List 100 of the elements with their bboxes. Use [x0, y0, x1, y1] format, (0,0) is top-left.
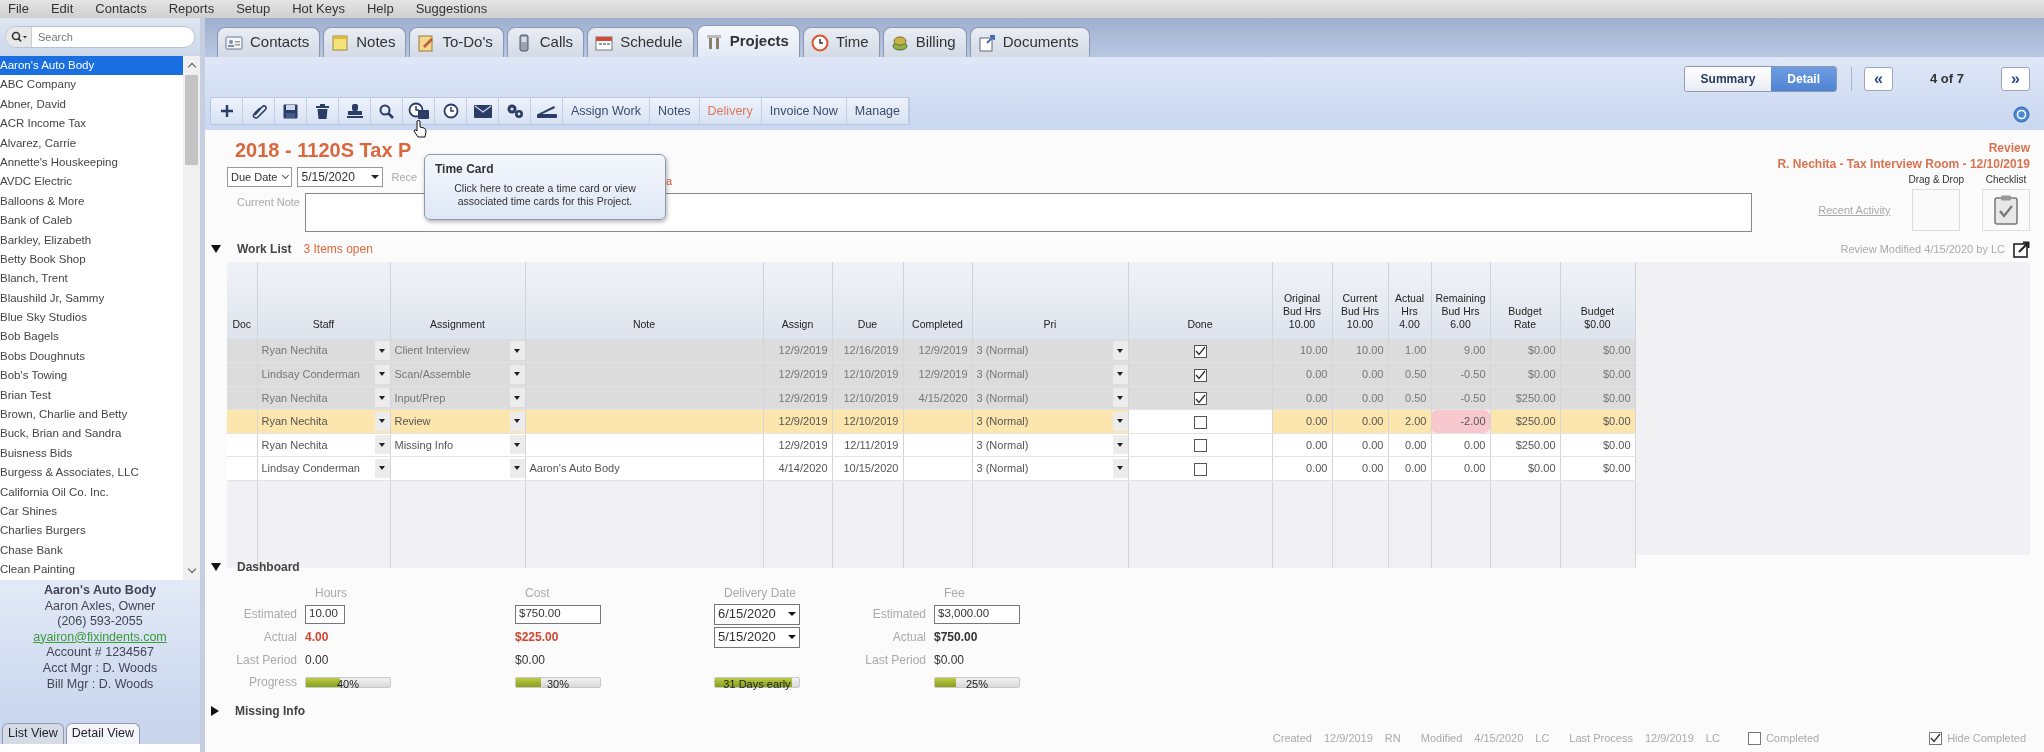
- tab[interactable]: Contacts: [217, 27, 321, 57]
- contact-item[interactable]: Brown, Charlie and Betty: [0, 405, 183, 425]
- checkbox[interactable]: [1929, 731, 1943, 745]
- next-button[interactable]: »: [2001, 67, 2030, 91]
- view-tab[interactable]: Detail View: [65, 723, 141, 744]
- checkbox[interactable]: [1747, 731, 1761, 745]
- dropdown-button[interactable]: [509, 458, 524, 478]
- contact-item[interactable]: Barkley, Elizabeth: [0, 230, 183, 250]
- tab[interactable]: To-Do's: [409, 27, 504, 57]
- contact-item[interactable]: Chase Bank: [0, 540, 183, 561]
- date-select[interactable]: 5/15/2020: [714, 626, 800, 648]
- contact-item[interactable]: Car Shines: [0, 502, 183, 522]
- column-heading: Fee: [943, 585, 966, 602]
- contact-item[interactable]: Betty Book Shop: [0, 249, 183, 270]
- collapse-icon[interactable]: [211, 245, 221, 253]
- checkbox[interactable]: [1193, 462, 1207, 476]
- toolbar-button[interactable]: Invoice Now: [761, 98, 847, 124]
- contact-item[interactable]: Aaron's Auto Body: [0, 56, 183, 76]
- previous-button[interactable]: «: [1864, 67, 1893, 91]
- checklist-button[interactable]: [1982, 189, 2030, 231]
- contact-item[interactable]: Bob's Towing: [0, 366, 183, 386]
- menu-item[interactable]: Reports: [168, 0, 215, 18]
- column-header: Current Bud Hrs 10.00: [1332, 262, 1388, 339]
- dropdown-button[interactable]: [1112, 458, 1127, 478]
- menu-item[interactable]: Suggestions: [415, 0, 488, 18]
- menu-item[interactable]: Edit: [50, 0, 74, 18]
- contact-item[interactable]: Burgess & Associates, LLC: [0, 463, 183, 483]
- menu-item[interactable]: Setup: [236, 0, 271, 18]
- date-picker[interactable]: 5/15/2020: [297, 167, 384, 187]
- contact-item[interactable]: Balloons & More: [0, 191, 183, 212]
- dropdown-button[interactable]: [374, 458, 389, 478]
- checkbox[interactable]: [1193, 439, 1207, 453]
- contact-item[interactable]: Abner, David: [0, 94, 183, 115]
- view-toggle-button[interactable]: Summary: [1684, 67, 1772, 91]
- contact-item[interactable]: ABC Company: [0, 75, 183, 95]
- trash-icon: [316, 103, 329, 119]
- input-field[interactable]: 10.00: [305, 604, 345, 624]
- field-type-dropdown[interactable]: Due Date: [227, 167, 293, 187]
- contact-item[interactable]: Blue Sky Studios: [0, 308, 183, 328]
- contact-item[interactable]: AVDC Electric: [0, 172, 183, 192]
- checkbox[interactable]: [1193, 368, 1207, 382]
- scroll-thumb[interactable]: [185, 75, 198, 165]
- menu-item[interactable]: Contacts: [95, 0, 147, 18]
- tab[interactable]: Billing: [882, 27, 967, 57]
- dropdown-button[interactable]: [1112, 435, 1127, 455]
- collapse-icon[interactable]: [211, 563, 221, 571]
- scrollbar[interactable]: [183, 56, 200, 580]
- clock-card-icon: [407, 102, 430, 120]
- contact-item[interactable]: Annette's Houskeeping: [0, 152, 183, 173]
- toolbar-button[interactable]: Notes: [649, 98, 700, 124]
- tab[interactable]: Time: [802, 27, 880, 57]
- contact-item[interactable]: Clean Painting: [0, 560, 183, 580]
- search-field[interactable]: Search: [5, 26, 195, 48]
- tab[interactable]: Documents: [969, 27, 1090, 57]
- view-tab[interactable]: List View: [2, 723, 64, 744]
- contact-item[interactable]: Bobs Doughnuts: [0, 346, 183, 367]
- menu-item[interactable]: File: [8, 0, 29, 18]
- help-icon[interactable]: [2013, 105, 2030, 123]
- tab[interactable]: Notes: [323, 27, 407, 57]
- expand-icon[interactable]: [211, 706, 219, 716]
- contact-item[interactable]: Buck, Brian and Sandra: [0, 424, 183, 444]
- dropdown-button[interactable]: [509, 388, 524, 408]
- dropdown-button[interactable]: [374, 435, 389, 455]
- contact-item[interactable]: Blaushild Jr, Sammy: [0, 288, 183, 309]
- menu-item[interactable]: Hot Keys: [292, 0, 345, 18]
- contact-item[interactable]: Brian Test: [0, 385, 183, 406]
- checkbox[interactable]: [1193, 415, 1207, 429]
- menu-item[interactable]: Help: [366, 0, 394, 18]
- dropdown-button[interactable]: [1112, 364, 1127, 384]
- contact-item[interactable]: Charlies Burgers: [0, 521, 183, 541]
- tab[interactable]: Schedule: [587, 27, 694, 57]
- toolbar-button[interactable]: Manage: [846, 98, 910, 124]
- input-field[interactable]: $3,000.00: [934, 604, 1020, 624]
- dropdown-button[interactable]: [374, 364, 389, 384]
- dropdown-button[interactable]: [1112, 341, 1127, 360]
- dropdown-button[interactable]: [509, 341, 524, 360]
- dropdown-button[interactable]: [509, 411, 524, 431]
- dropdown-button[interactable]: [374, 341, 389, 360]
- toolbar-button[interactable]: Assign Work: [563, 98, 650, 124]
- contact-item[interactable]: California Oil Co. Inc.: [0, 482, 183, 502]
- contact-item[interactable]: Bank of Caleb: [0, 211, 183, 231]
- dropdown-button[interactable]: [374, 388, 389, 408]
- contact-item[interactable]: Bob Bagels: [0, 327, 183, 347]
- input-field[interactable]: $750.00: [515, 604, 601, 624]
- dropdown-button[interactable]: [509, 435, 524, 455]
- date-select[interactable]: 6/15/2020: [714, 603, 800, 625]
- checkbox[interactable]: [1193, 392, 1207, 406]
- tab[interactable]: Projects: [696, 25, 800, 57]
- contact-item[interactable]: Alvarez, Carrie: [0, 133, 183, 153]
- dropdown-button[interactable]: [1112, 411, 1127, 431]
- dropdown-button[interactable]: [1112, 388, 1127, 408]
- popout-icon[interactable]: [2013, 240, 2030, 258]
- tab[interactable]: Calls: [506, 27, 585, 57]
- contact-item[interactable]: ACR Income Tax: [0, 114, 183, 134]
- checkbox[interactable]: [1193, 344, 1207, 358]
- contact-item[interactable]: Blanch, Trent: [0, 269, 183, 289]
- dropdown-button[interactable]: [509, 364, 524, 384]
- table-cell-text: Client Interview: [394, 343, 470, 359]
- dropdown-button[interactable]: [374, 411, 389, 431]
- contact-item[interactable]: Buisness Bids: [0, 443, 183, 464]
